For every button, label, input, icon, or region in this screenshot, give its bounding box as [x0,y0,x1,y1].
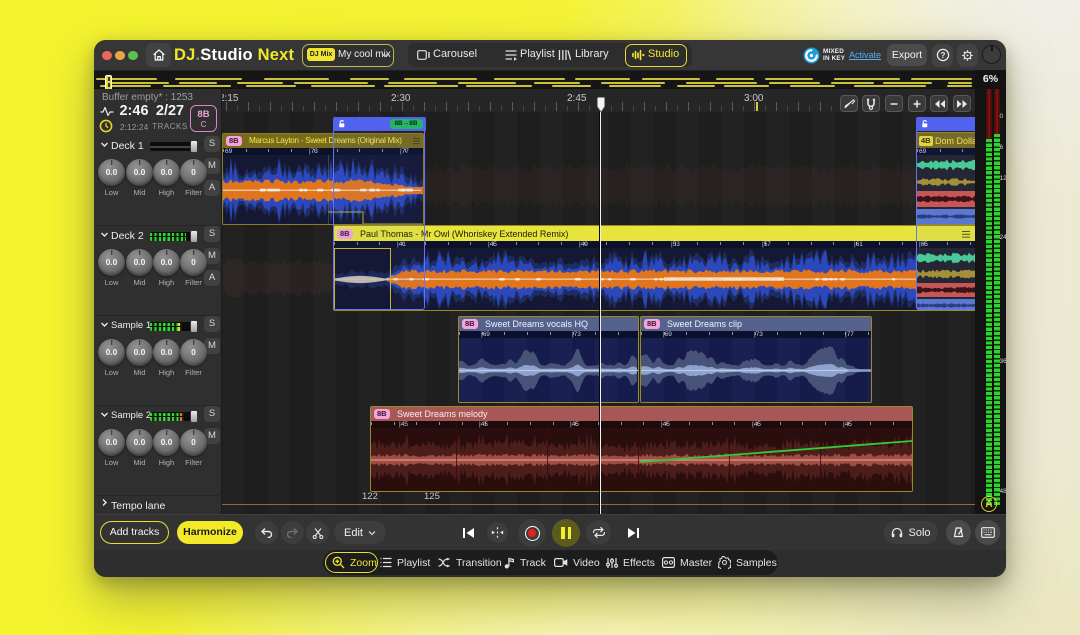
svg-text:?: ? [940,51,945,60]
